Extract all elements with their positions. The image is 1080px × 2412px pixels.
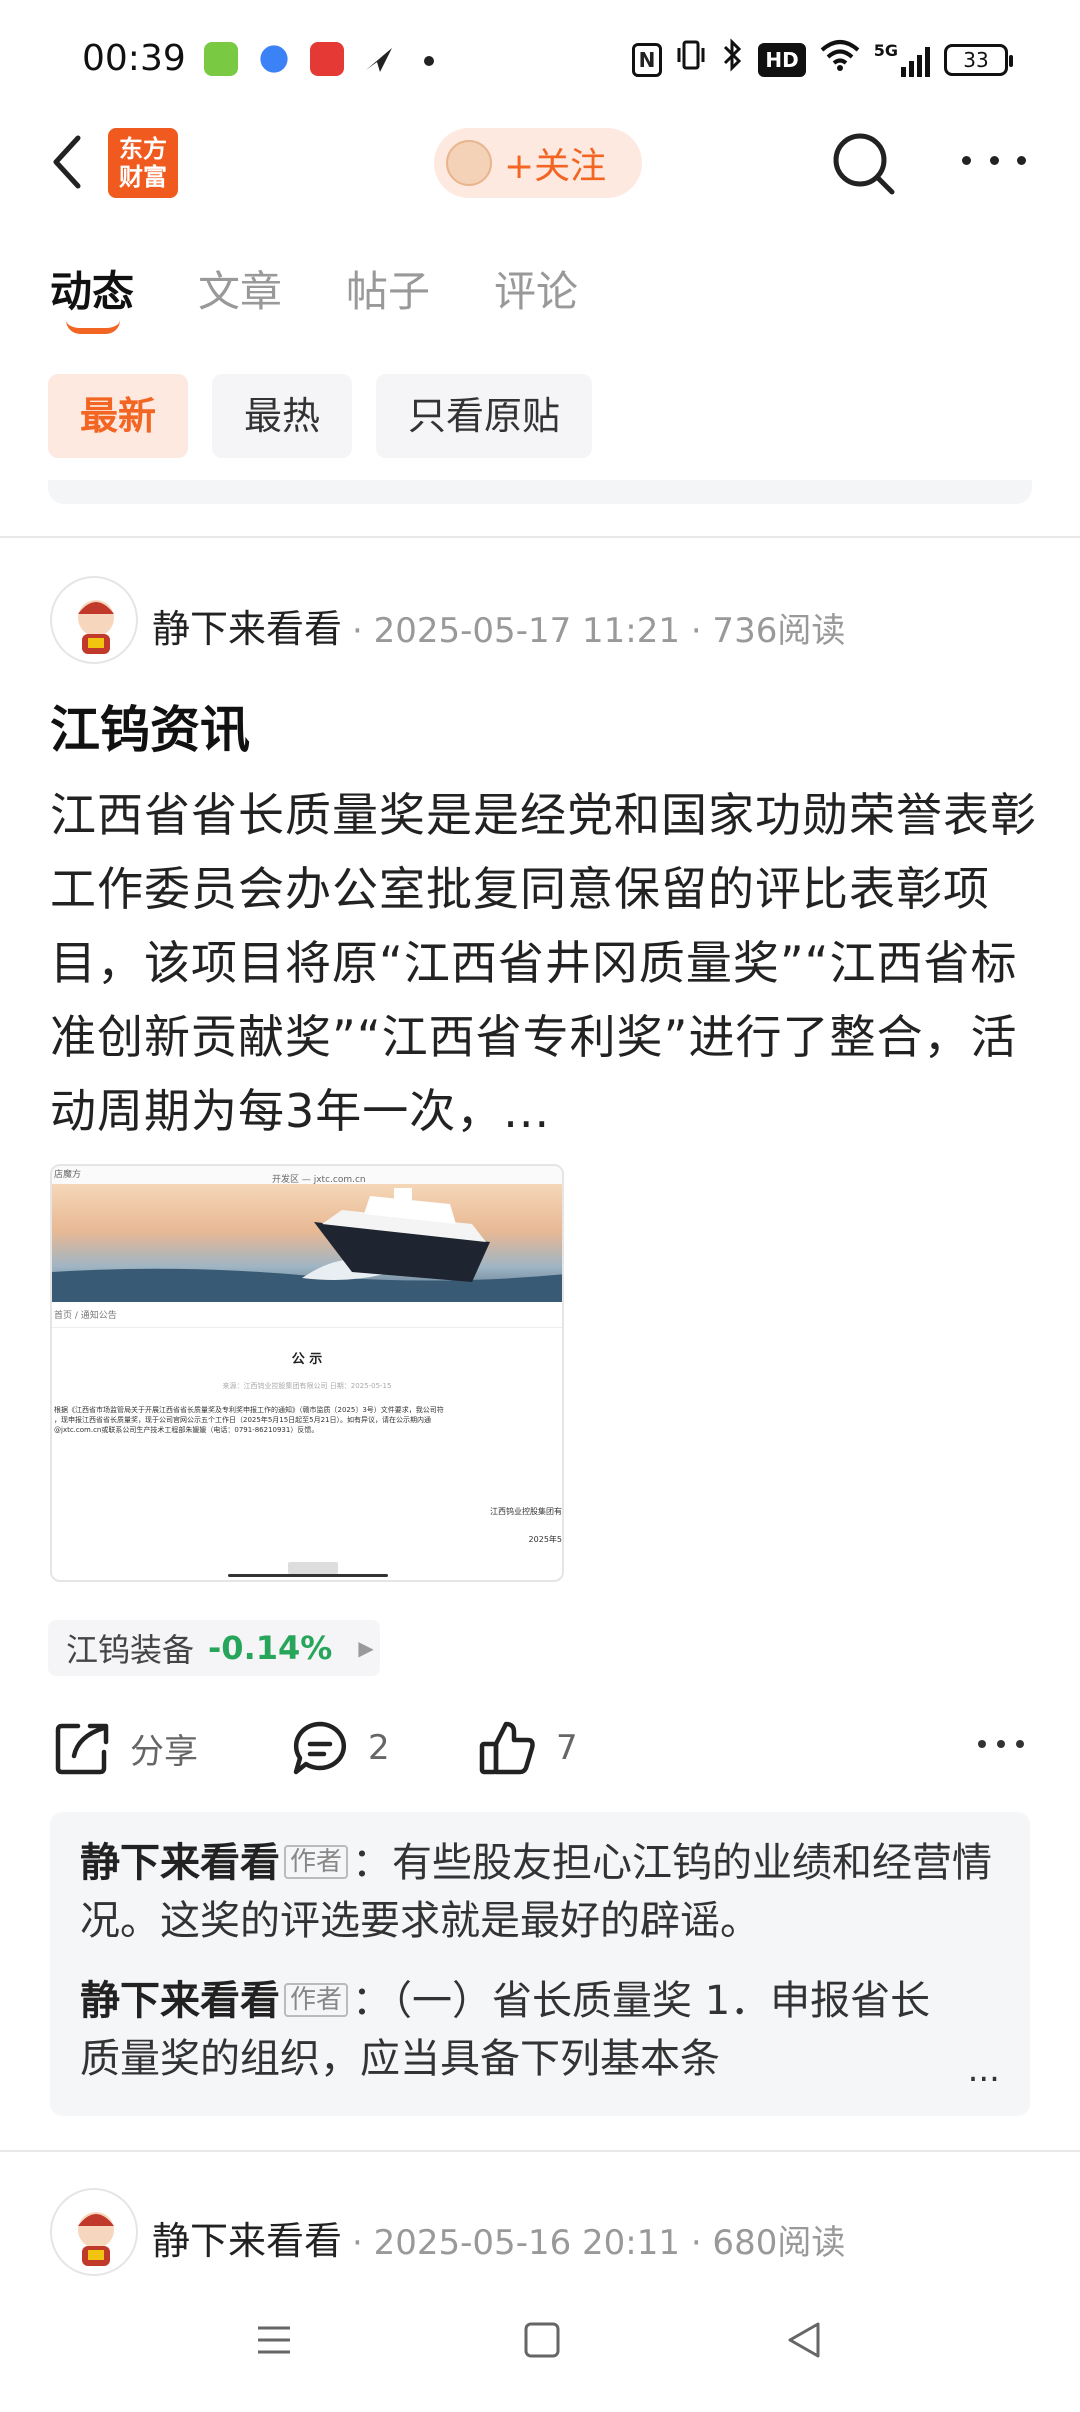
menu-nav-button[interactable] — [254, 2320, 294, 2360]
hd-icon: HD — [758, 43, 806, 77]
author-avatar[interactable] — [50, 2188, 138, 2276]
tab-posts[interactable]: 帖子 — [346, 258, 430, 319]
stock-tag[interactable]: 江钨装备 -0.14% ▶ — [48, 1620, 380, 1676]
follow-label: +关注 — [504, 146, 607, 187]
wifi-icon — [820, 38, 860, 83]
comment-item[interactable]: 静下来看看 作者 ：（一）省长质量奖 1．申报省长质量奖的组织，应当具备下列基本条 — [80, 1972, 1000, 2088]
vibrate-icon — [676, 38, 706, 83]
user-avatar — [446, 140, 492, 186]
post-meta: · 2025-05-16 20:11 · 680阅读 — [352, 2223, 846, 2263]
image-breadcrumb: 首页 / 通知公告 — [52, 1302, 562, 1328]
browser-notification-icon — [260, 45, 288, 73]
image-text-line: 根据《江西省市场监管局关于开展江西省省长质量奖及专利奖申报工作的通知》（赣市监质… — [54, 1406, 444, 1414]
thumbs-up-icon — [479, 1721, 535, 1775]
follow-button[interactable]: +关注 — [434, 128, 642, 198]
image-signature: 江西钨业控股集团有 — [490, 1507, 562, 1516]
share-button[interactable]: 分享 — [52, 1712, 198, 1784]
image-notice-title: 公 示 — [291, 1352, 323, 1367]
home-icon — [524, 2322, 560, 2358]
share-label: 分享 — [130, 1731, 198, 1772]
image-tab-label: 店魔方 — [54, 1170, 82, 1180]
previous-card-edge — [48, 480, 1032, 504]
stock-change: -0.14% — [208, 1629, 333, 1667]
comment-button[interactable]: 2 — [290, 1712, 390, 1784]
post-author-line: 静下来看看 · 2025-05-16 20:11 · 680阅读 — [152, 2210, 845, 2265]
post-author-line: 静下来看看 · 2025-05-17 11:21 · 736阅读 — [152, 598, 845, 653]
divider — [0, 536, 1080, 538]
send-notification-icon — [362, 42, 396, 76]
system-nav-bar — [0, 2300, 1080, 2412]
share-icon — [55, 1723, 109, 1775]
bluetooth-icon — [720, 37, 744, 83]
stock-name: 江钨装备 — [66, 1631, 195, 1669]
filter-latest[interactable]: 最新 — [48, 374, 189, 458]
image-banner — [52, 1184, 562, 1302]
post-image[interactable]: 店魔方 开发区 — jxtc.com.cn 首页 / 通知公告 公 示 来源：江… — [50, 1164, 564, 1582]
post-body[interactable]: 江西省省长质量奖是是经党和国家功勋荣誉表彰工作委员会办公室批复同意保留的评比表彰… — [50, 778, 1040, 1148]
image-bottom-chip — [288, 1562, 338, 1574]
filter-chips: 最新 最热 只看原贴 — [48, 374, 593, 458]
status-bar: 00:39 N HD 5G 33 — [0, 0, 1080, 124]
network-type: 5G — [873, 41, 898, 60]
author-name[interactable]: 静下来看看 — [152, 2210, 342, 2265]
search-button[interactable] — [828, 128, 900, 200]
image-top-bar: 店魔方 开发区 — jxtc.com.cn — [52, 1166, 562, 1185]
tab-activity[interactable]: 动态 — [50, 258, 134, 319]
ship-icon — [52, 1188, 562, 1302]
status-icons: N HD 5G 33 — [631, 37, 1013, 83]
back-triangle-icon — [788, 2322, 820, 2358]
tab-articles[interactable]: 文章 — [198, 258, 282, 319]
chevron-right-icon: ▶ — [358, 1636, 374, 1660]
comment-author: 静下来看看 — [80, 1840, 280, 1886]
music-notification-icon — [310, 42, 344, 76]
comment-icon — [293, 1721, 346, 1775]
author-name[interactable]: 静下来看看 — [152, 598, 342, 653]
post-more-button[interactable] — [978, 1740, 1024, 1748]
comment-item[interactable]: 静下来看看 作者 ：有些股友担心江钨的业绩和经营情况。这奖的评选要求就是最好的辟谣。 — [80, 1834, 1000, 1950]
image-source: 来源：江西钨业控股集团有限公司 日期：2025-05-15 — [222, 1382, 392, 1390]
like-count: 7 — [556, 1728, 578, 1768]
author-badge: 作者 — [284, 1845, 349, 1879]
back-button[interactable] — [44, 132, 92, 192]
more-notifications-dot — [424, 56, 434, 66]
comment-count: 2 — [368, 1728, 390, 1768]
menu-icon — [258, 2326, 290, 2354]
search-icon — [833, 133, 895, 195]
like-button[interactable]: 7 — [478, 1712, 578, 1784]
image-home-indicator — [228, 1574, 388, 1577]
nfc-icon: N — [631, 43, 663, 77]
back-nav-button[interactable] — [784, 2320, 824, 2360]
content-tabs: 动态 文章 帖子 评论 — [50, 258, 578, 319]
post-actions: 分享 2 7 — [0, 1712, 1080, 1784]
app-notification-icon — [204, 42, 238, 76]
filter-hot[interactable]: 最热 — [212, 374, 353, 458]
author-avatar[interactable] — [50, 576, 138, 664]
battery-icon: 33 — [944, 44, 1013, 76]
status-time: 00:39 — [82, 38, 186, 79]
image-text-line: @jxtc.com.cn或联系公司生产技术工程部朱媛媛（电话：0791-8621… — [54, 1426, 319, 1434]
comment-author: 静下来看看 — [80, 1978, 280, 2024]
comment-preview[interactable]: 静下来看看 作者 ：有些股友担心江钨的业绩和经营情况。这奖的评选要求就是最好的辟谣。… — [50, 1812, 1030, 2116]
tab-comments[interactable]: 评论 — [494, 258, 578, 319]
home-nav-button[interactable] — [522, 2320, 562, 2360]
filter-original-only[interactable]: 只看原贴 — [376, 374, 593, 458]
image-text-line: ，现申报江西省省长质量奖，现于公司官网公示五个工作日（2025年5月15日起至5… — [54, 1416, 432, 1424]
post-meta: · 2025-05-17 11:21 · 736阅读 — [352, 611, 846, 651]
more-options-button[interactable] — [962, 140, 1026, 180]
divider — [0, 2150, 1080, 2152]
active-tab-indicator — [66, 320, 120, 334]
comments-more[interactable]: ... — [968, 2050, 1000, 2090]
app-logo[interactable]: 东方财富 — [108, 128, 178, 198]
signal-icon: 5G — [874, 43, 930, 77]
author-badge: 作者 — [284, 1983, 349, 2017]
image-notice-text: 根据《江西省市场监管局关于开展江西省省长质量奖及专利奖申报工作的通知》（赣市监质… — [52, 1405, 562, 1435]
post-title[interactable]: 江钨资讯 — [50, 690, 250, 762]
image-date: 2025年5 — [528, 1535, 562, 1544]
